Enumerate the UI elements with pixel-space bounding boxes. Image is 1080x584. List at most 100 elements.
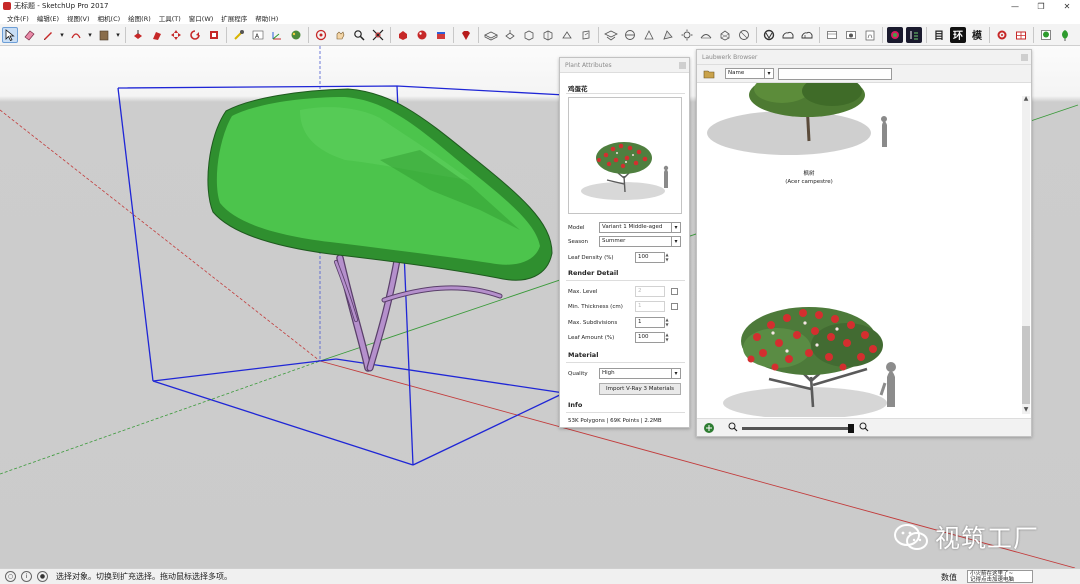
- min-thickness-checkbox[interactable]: [671, 303, 678, 310]
- zoom-in-icon[interactable]: [859, 422, 869, 434]
- plant-list-scrollbar[interactable]: ▲ ▼: [1022, 95, 1030, 414]
- max-level-checkbox[interactable]: [671, 288, 678, 295]
- push-pull-icon[interactable]: [130, 27, 146, 43]
- paint-materials-icon[interactable]: [288, 27, 304, 43]
- axes-icon[interactable]: [269, 27, 285, 43]
- left-view-icon[interactable]: [578, 27, 594, 43]
- pan-icon[interactable]: [332, 27, 348, 43]
- spinner-arrows-icon[interactable]: ▲ ▼: [664, 332, 670, 343]
- materials-icon[interactable]: [414, 27, 430, 43]
- folder-icon[interactable]: [703, 68, 715, 81]
- glyph-button-huan[interactable]: 环: [950, 26, 966, 43]
- plant-search-input[interactable]: [778, 68, 892, 80]
- eraser-icon[interactable]: [21, 27, 37, 43]
- front-view-icon[interactable]: [521, 27, 537, 43]
- gear-icon[interactable]: [994, 27, 1010, 43]
- import-vray-materials-button[interactable]: Import V-Ray 3 Materials: [599, 383, 681, 395]
- min-thickness-input[interactable]: 1: [635, 301, 665, 312]
- credits-icon[interactable]: i: [21, 571, 32, 582]
- sandbox-icon[interactable]: [698, 27, 714, 43]
- laubwerk-browser-title-bar[interactable]: Laubwerk Browser: [697, 50, 1031, 65]
- zoom-out-icon[interactable]: [728, 422, 738, 434]
- thumbnail-size-slider-handle[interactable]: [848, 424, 854, 433]
- close-button[interactable]: ✕: [1054, 0, 1080, 12]
- monochrome-icon[interactable]: [843, 27, 859, 43]
- season-select[interactable]: Summer ▾: [599, 236, 681, 247]
- scrollbar-thumb[interactable]: [1022, 326, 1030, 404]
- sort-filter-select[interactable]: Name ▾: [725, 68, 774, 79]
- list-item-image[interactable]: [717, 273, 927, 417]
- plant-list[interactable]: 枫树 (Acer campestre): [697, 83, 1031, 417]
- orbit-icon[interactable]: [313, 27, 329, 43]
- spinner-arrows-icon[interactable]: ▲ ▼: [664, 252, 670, 263]
- minimize-button[interactable]: —: [1002, 0, 1028, 12]
- menu-edit[interactable]: 编辑(E): [33, 13, 63, 23]
- geo-location-icon[interactable]: ○: [5, 571, 16, 582]
- model-select[interactable]: Variant 1 Middle-aged ▾: [599, 222, 681, 233]
- spinner-arrows-icon[interactable]: ▲ ▼: [664, 317, 670, 328]
- menu-draw[interactable]: 绘图(R): [124, 13, 155, 23]
- glyph-button-mu[interactable]: 目: [931, 27, 947, 43]
- add-plant-icon[interactable]: [703, 422, 715, 436]
- chevron-down-icon[interactable]: ▾: [59, 27, 65, 43]
- glyph-button-mo[interactable]: 模: [969, 27, 985, 43]
- line-pencil-icon[interactable]: [40, 27, 56, 43]
- measurements-box[interactable]: 小火箭在这里了~ 记得点击加速电脑: [967, 570, 1033, 583]
- tree-leaf-icon[interactable]: [1076, 27, 1080, 43]
- menu-camera[interactable]: 相机(C): [94, 13, 125, 23]
- leaf-density-input[interactable]: 100 ▲ ▼: [635, 252, 669, 263]
- list-item-image[interactable]: [697, 83, 1017, 243]
- section-display-icon[interactable]: [622, 27, 638, 43]
- component-icon[interactable]: [395, 27, 411, 43]
- zoom-icon[interactable]: [351, 27, 367, 43]
- menu-view[interactable]: 视图(V): [63, 13, 94, 23]
- zoom-extents-icon[interactable]: [370, 27, 386, 43]
- leaf-amount-input[interactable]: 100 ▲ ▼: [635, 332, 669, 343]
- select-arrow-icon[interactable]: [2, 26, 18, 43]
- menu-tools[interactable]: 工具(T): [155, 13, 185, 23]
- textured-icon[interactable]: [824, 27, 840, 43]
- laub-panel-close-button[interactable]: [1021, 54, 1028, 61]
- wireframe-icon[interactable]: [761, 27, 777, 43]
- shadow-icon[interactable]: [641, 27, 657, 43]
- back-edges-icon[interactable]: [736, 27, 752, 43]
- tape-measure-icon[interactable]: [231, 27, 247, 43]
- solid-tools-icon[interactable]: [679, 27, 695, 43]
- top-view-icon[interactable]: [502, 27, 518, 43]
- shaded-icon[interactable]: [799, 27, 815, 43]
- menu-file[interactable]: 文件(F): [3, 13, 33, 23]
- styles-icon[interactable]: [433, 27, 449, 43]
- scale-icon[interactable]: [206, 27, 222, 43]
- menu-help[interactable]: 帮助(H): [251, 13, 282, 23]
- rotate-icon[interactable]: [187, 27, 203, 43]
- plant-panel-close-button[interactable]: [679, 62, 686, 69]
- arc-icon[interactable]: [68, 27, 84, 43]
- max-subdivisions-input[interactable]: 1 ▲ ▼: [635, 317, 669, 328]
- thumbnail-size-slider[interactable]: [742, 427, 851, 430]
- paint-bucket-icon[interactable]: [96, 27, 112, 43]
- max-level-input[interactable]: 2: [635, 286, 665, 297]
- follow-me-icon[interactable]: [149, 27, 165, 43]
- plant-preview-icon[interactable]: [1038, 27, 1054, 43]
- laubwerk-icon[interactable]: [887, 26, 903, 43]
- hidden-line-icon[interactable]: [780, 27, 796, 43]
- menu-window[interactable]: 窗口(W): [185, 13, 218, 23]
- restore-button[interactable]: ❐: [1028, 0, 1054, 12]
- text-icon[interactable]: A: [250, 27, 266, 43]
- right-view-icon[interactable]: [540, 27, 556, 43]
- user-account-icon[interactable]: ●: [37, 571, 48, 582]
- menu-extensions[interactable]: 扩展程序: [217, 13, 251, 23]
- scroll-down-arrow-icon[interactable]: ▼: [1022, 406, 1030, 414]
- iso-view-icon[interactable]: [483, 27, 499, 43]
- tree-green-icon[interactable]: [1057, 27, 1073, 43]
- layer-icon[interactable]: [862, 27, 878, 43]
- back-view-icon[interactable]: [559, 27, 575, 43]
- move-icon[interactable]: [168, 27, 184, 43]
- quality-select[interactable]: High ▾: [599, 368, 681, 379]
- plant-icon[interactable]: [906, 26, 922, 43]
- section-plane-icon[interactable]: [603, 27, 619, 43]
- plant-attributes-title-bar[interactable]: Plant Attributes: [560, 58, 689, 73]
- scroll-up-arrow-icon[interactable]: ▲: [1022, 95, 1030, 103]
- chevron-down-icon[interactable]: ▾: [115, 27, 121, 43]
- ruby-icon[interactable]: [458, 27, 474, 43]
